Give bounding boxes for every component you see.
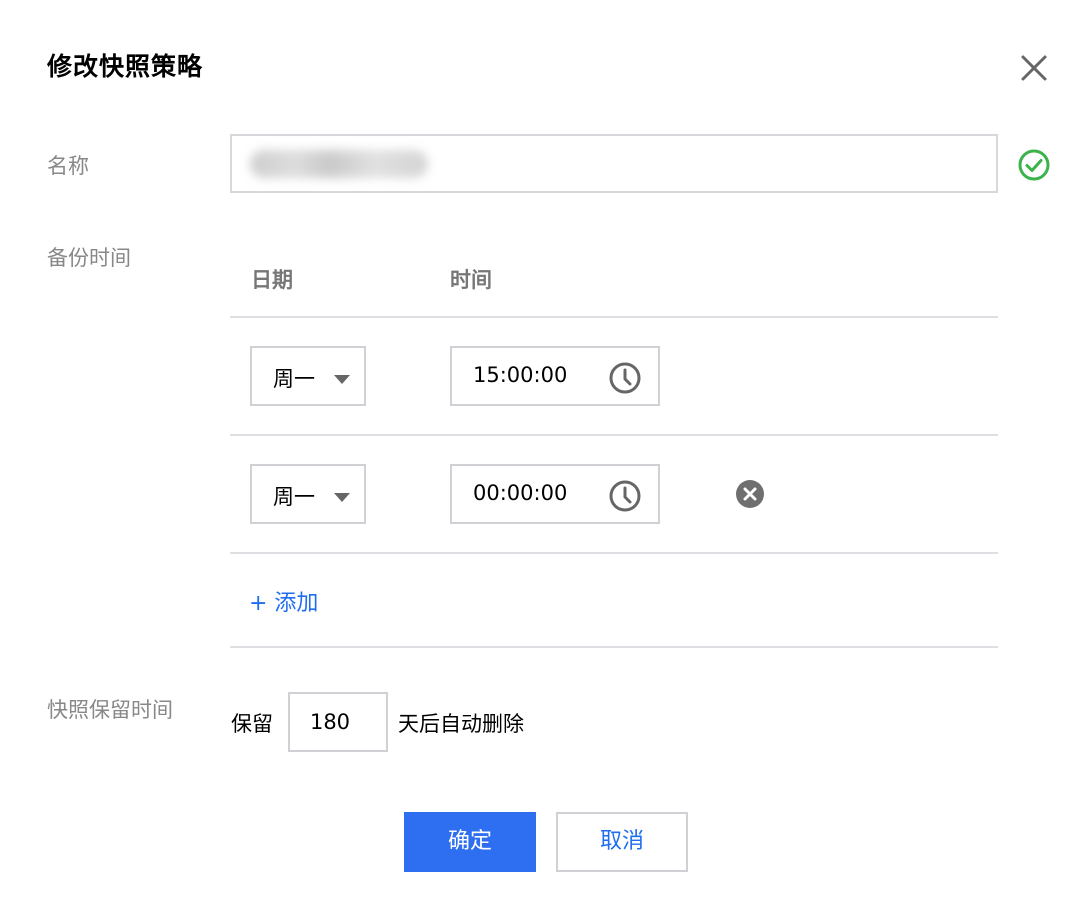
retention-prefix: 保留 [231, 712, 273, 736]
check-circle-icon [1018, 149, 1050, 181]
day-select[interactable]: 周一 [250, 464, 366, 524]
retention-days-input[interactable] [288, 692, 388, 752]
day-select-value: 周一 [273, 485, 315, 509]
column-header-time: 时间 [450, 268, 492, 292]
retention-suffix: 天后自动删除 [398, 712, 524, 736]
row-divider [230, 552, 998, 554]
cancel-button[interactable]: 取消 [556, 812, 688, 872]
column-header-date: 日期 [251, 268, 293, 292]
table-divider [230, 316, 998, 318]
remove-circle-icon[interactable] [736, 480, 764, 508]
caret-down-icon [334, 493, 350, 502]
time-picker[interactable]: 00:00:00 [450, 464, 660, 524]
day-select-value: 周一 [273, 367, 315, 391]
dialog-title: 修改快照策略 [47, 52, 204, 81]
name-value-redacted [250, 150, 428, 178]
confirm-button[interactable]: 确定 [404, 812, 536, 872]
clock-icon [609, 480, 641, 512]
row-divider [230, 434, 998, 436]
name-input[interactable] [230, 134, 998, 193]
time-picker[interactable]: 15:00:00 [450, 346, 660, 406]
add-schedule-link[interactable]: + 添加 [249, 585, 318, 617]
time-picker-value: 15:00:00 [473, 363, 568, 387]
time-picker-value: 00:00:00 [473, 481, 568, 505]
retention-label: 快照保留时间 [47, 698, 173, 722]
clock-icon [609, 362, 641, 394]
caret-down-icon [334, 375, 350, 384]
name-label: 名称 [47, 154, 89, 178]
day-select[interactable]: 周一 [250, 346, 366, 406]
table-divider [230, 646, 998, 648]
backup-time-label: 备份时间 [47, 246, 131, 270]
close-icon[interactable] [1018, 52, 1050, 84]
